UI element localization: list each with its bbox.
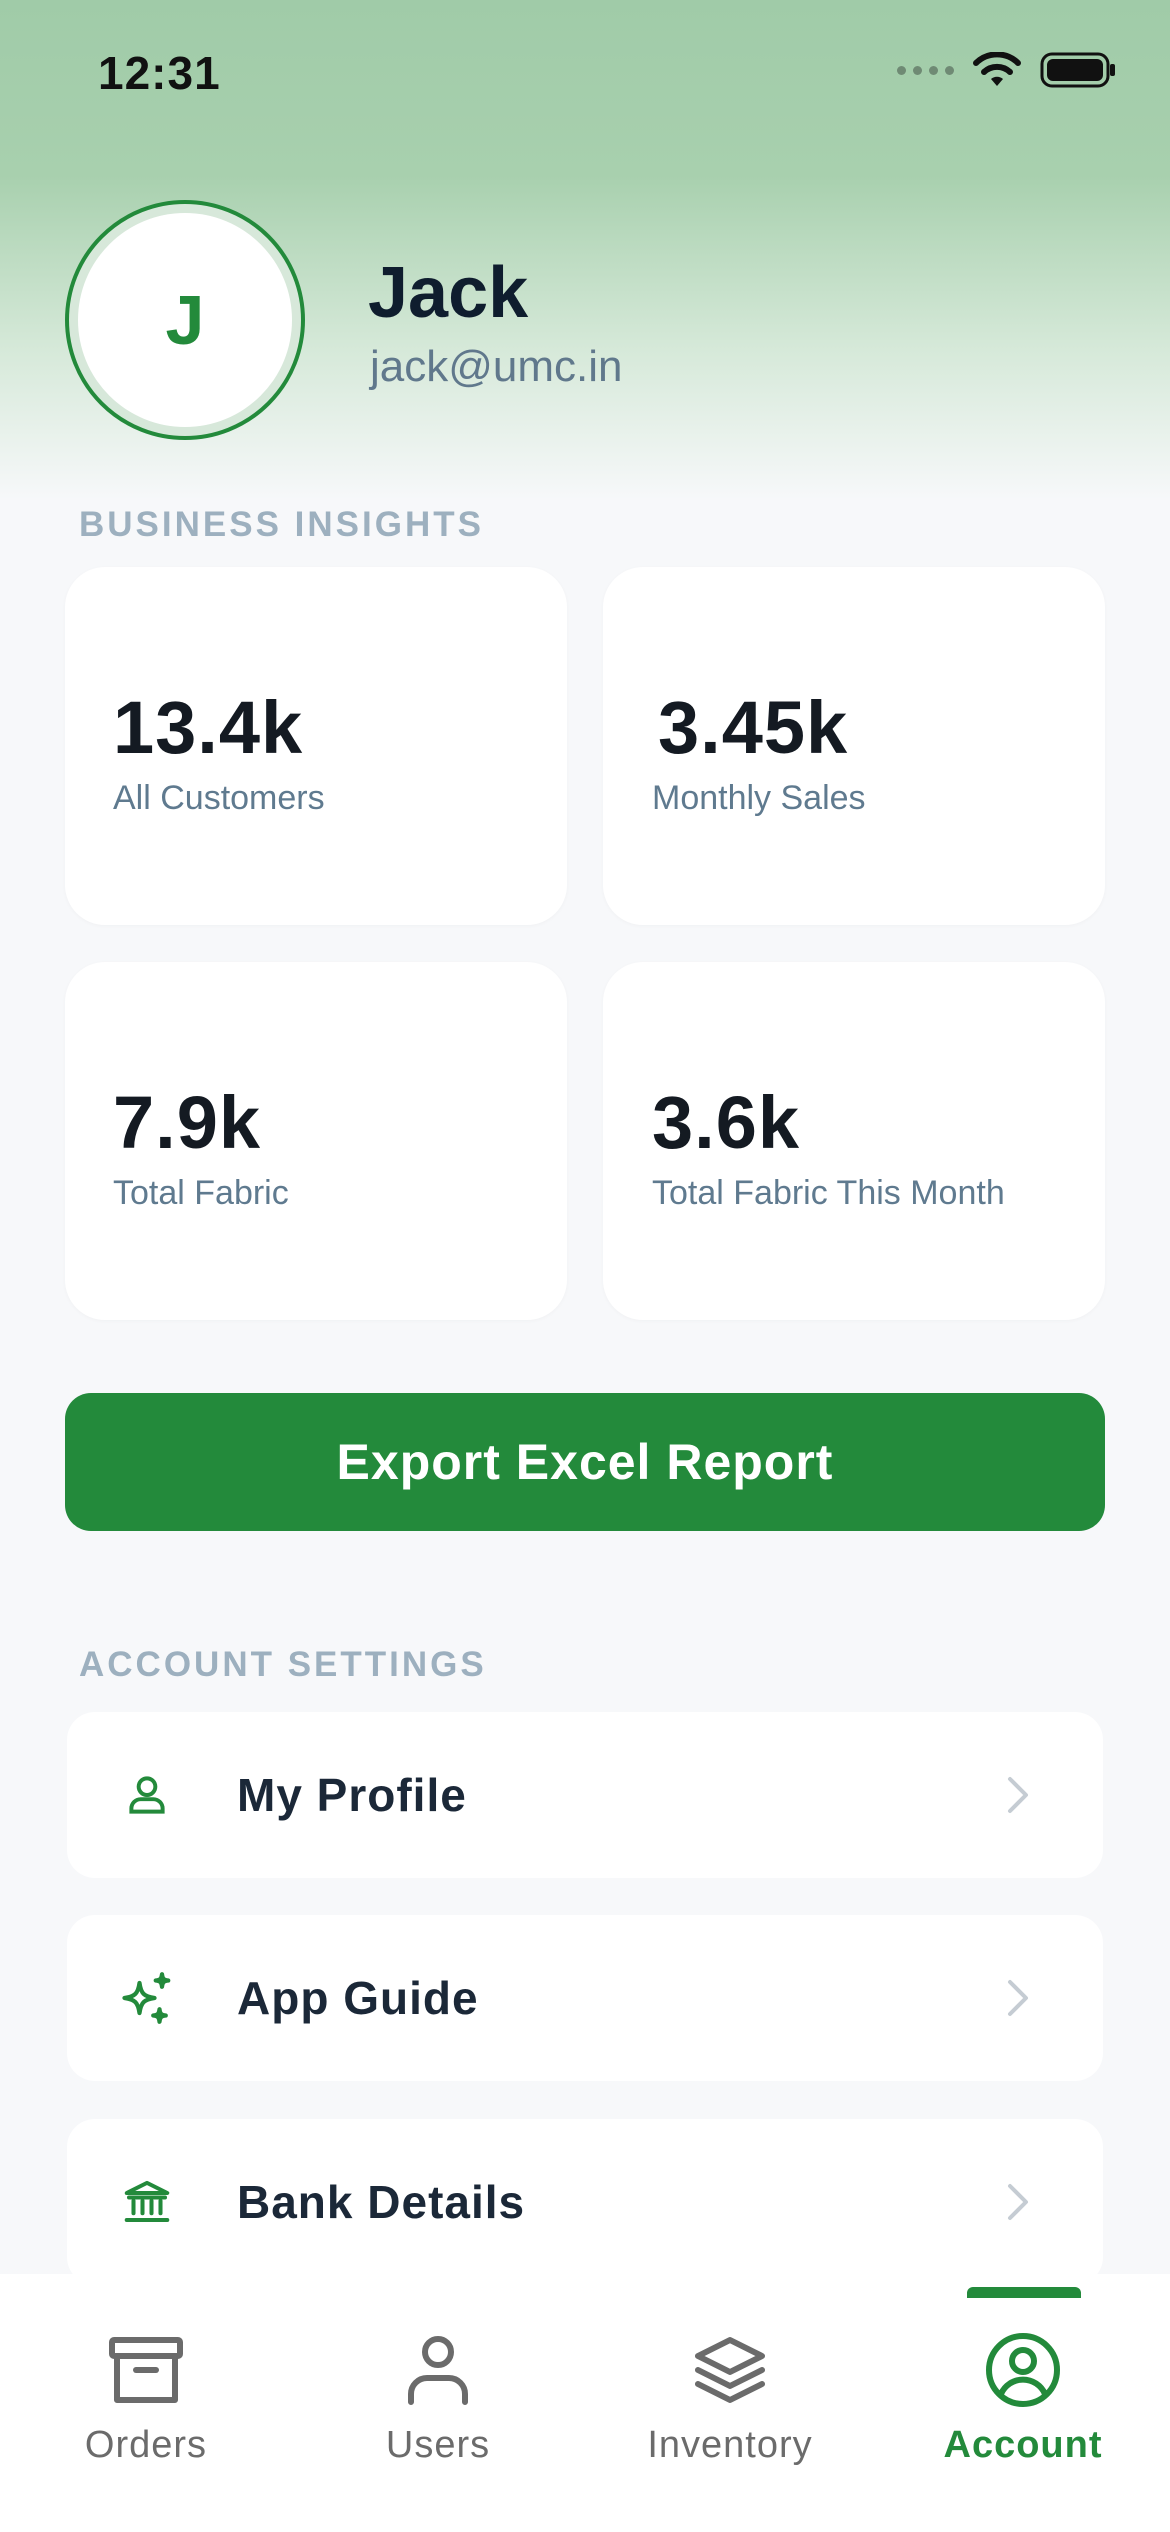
wifi-icon [973, 52, 1021, 86]
stat-label: Total Fabric [113, 1174, 289, 1212]
tab-label: Account [943, 2424, 1103, 2466]
chevron-right-icon [1008, 1980, 1028, 2016]
business-insights-title: BUSINESS INSIGHTS [79, 505, 484, 544]
stat-value: 13.4k [113, 686, 304, 769]
stat-value: 7.9k [113, 1081, 262, 1164]
settings-item-label: Bank Details [237, 2176, 526, 2228]
user-icon [408, 2336, 468, 2405]
tab-label: Orders [84, 2424, 208, 2466]
account-screen: 12:31 J Jack jack@umc.in BUSINESS INSIGH… [0, 0, 1170, 2532]
user-email: jack@umc.in [370, 342, 623, 391]
person-icon [115, 1763, 179, 1827]
stat-label: Total Fabric This Month [652, 1174, 1005, 1212]
stat-value: 3.45k [658, 686, 849, 769]
tab-label: Users [385, 2424, 491, 2466]
tab-account[interactable]: Account [877, 2274, 1169, 2532]
stat-card-total-fabric-this-month[interactable]: 3.6k Total Fabric This Month [603, 962, 1105, 1320]
tab-inventory[interactable]: Inventory [584, 2274, 876, 2532]
stat-value: 3.6k [652, 1081, 801, 1164]
tab-orders[interactable]: Orders [0, 2274, 292, 2532]
stat-label: All Customers [113, 779, 325, 817]
sparkles-icon [115, 1966, 179, 2030]
user-name: Jack [368, 253, 529, 333]
chevron-right-icon [1008, 2184, 1028, 2220]
stat-card-monthly-sales[interactable]: 3.45k Monthly Sales [603, 567, 1105, 925]
tab-label: Inventory [647, 2424, 813, 2466]
bottom-tab-bar: Orders Users Inventory Account [0, 2274, 1170, 2532]
cellular-signal-icon [897, 65, 954, 75]
status-time: 12:31 [98, 47, 221, 99]
tab-users[interactable]: Users [292, 2274, 584, 2532]
active-tab-indicator [967, 2287, 1081, 2298]
settings-item-app-guide[interactable]: App Guide [67, 1915, 1103, 2081]
layers-icon [695, 2337, 765, 2403]
stat-card-total-fabric[interactable]: 7.9k Total Fabric [65, 962, 567, 1320]
status-indicators [897, 52, 1116, 88]
settings-item-bank-details[interactable]: Bank Details [67, 2119, 1103, 2285]
chevron-right-icon [1008, 1777, 1028, 1813]
settings-item-label: My Profile [237, 1769, 467, 1821]
account-circle-icon [986, 2333, 1060, 2407]
settings-item-label: App Guide [237, 1972, 479, 2024]
avatar-initial: J [78, 213, 292, 427]
account-settings-title: ACCOUNT SETTINGS [79, 1645, 487, 1684]
battery-icon [1040, 52, 1115, 88]
stat-label: Monthly Sales [652, 779, 866, 817]
bank-icon [115, 2170, 179, 2234]
archive-box-icon [109, 2337, 183, 2403]
avatar[interactable]: J [65, 200, 305, 440]
settings-item-my-profile[interactable]: My Profile [67, 1712, 1103, 1878]
export-excel-report-button[interactable]: Export Excel Report [65, 1393, 1105, 1531]
stat-card-all-customers[interactable]: 13.4k All Customers [65, 567, 567, 925]
